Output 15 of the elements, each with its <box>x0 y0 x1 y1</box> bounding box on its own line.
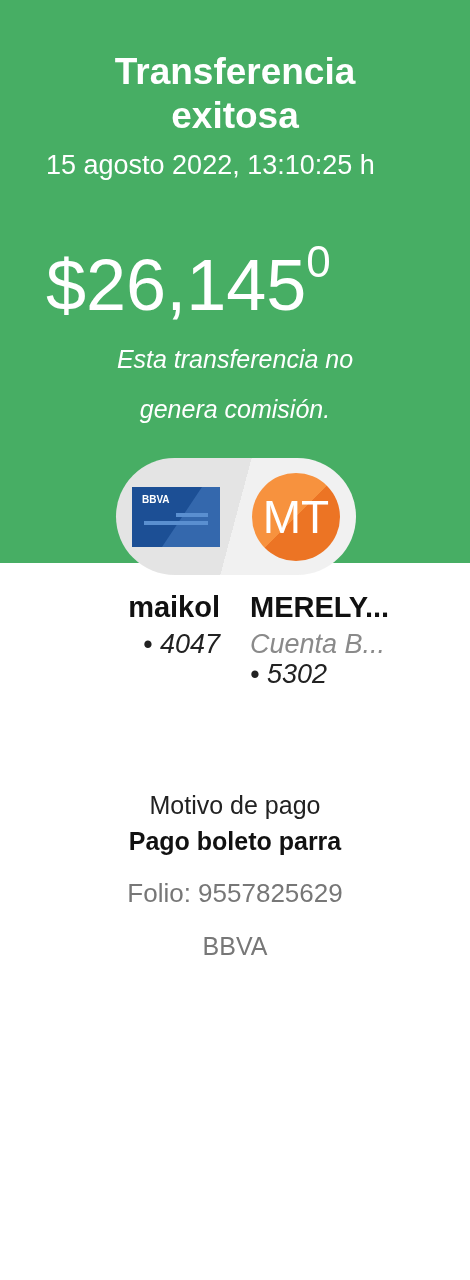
bank-logo: BBVA <box>142 493 170 505</box>
payment-reason: Pago boleto parra <box>128 826 342 857</box>
page-title: Transferencia exitosa <box>113 50 357 138</box>
commission-note: Esta transferencia no genera comisión. <box>115 344 355 425</box>
avatar: MT <box>252 472 340 561</box>
account-detail: • 4047 <box>142 629 220 659</box>
bank-name: BBVA <box>202 931 268 962</box>
account-detail: Cuenta B... <box>250 629 387 659</box>
folio-number: Folio: 9557825629 <box>127 877 343 910</box>
account-detail: • 5302 <box>250 659 329 689</box>
account-name: MERELY... <box>250 590 390 625</box>
account-name: maikol <box>128 590 220 625</box>
payment-reason-label: Motivo de pago <box>149 790 321 821</box>
amount: $26,145$^{0}$ <box>46 244 332 326</box>
transfer-date: 15 agosto 2022, 13:10:25 h <box>46 149 376 182</box>
